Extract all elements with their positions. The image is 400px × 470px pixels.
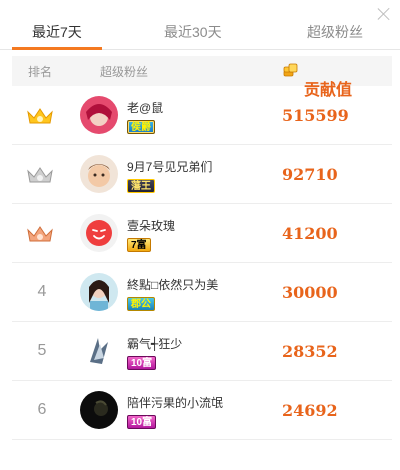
avatar[interactable] [80, 391, 118, 429]
level-badge: 10富 [127, 415, 157, 429]
header-rank: 排名 [28, 65, 53, 79]
gold-crown-icon [27, 108, 53, 124]
table-row[interactable]: 老@鼠 侯爵 515599 [12, 86, 392, 145]
fan-name[interactable]: 9月7号见兄弟们 [127, 158, 212, 175]
table-row[interactable]: 6 陪伴污果的小流氓 10富 24692 [12, 381, 392, 440]
silver-crown-icon [27, 167, 53, 183]
avatar[interactable] [80, 214, 118, 252]
bronze-crown-icon [27, 226, 53, 242]
header-fan: 超级粉丝 [100, 65, 149, 79]
table-row[interactable]: 壹朵玫瑰 7富 41200 [12, 204, 392, 263]
tab-super-fans[interactable]: 超级粉丝 [307, 22, 363, 42]
tab-bar: 最近7天 最近30天 超级粉丝 [0, 16, 400, 50]
contribution-value: 515599 [282, 106, 349, 125]
contribution-value: 24692 [282, 401, 338, 420]
contribution-value: 92710 [282, 165, 338, 184]
table-row[interactable]: 4 終點□依然只为美 郡公 30000 [12, 263, 392, 322]
level-badge: 藩王 [127, 179, 155, 193]
fan-name[interactable]: 陪伴污果的小流氓 [127, 394, 223, 411]
avatar[interactable] [80, 155, 118, 193]
fan-name[interactable]: 霸气┽狂少 [127, 335, 182, 352]
fan-name[interactable]: 終點□依然只为美 [127, 276, 218, 293]
rank-number: 4 [37, 283, 47, 300]
fan-name[interactable]: 老@鼠 [127, 99, 163, 116]
fan-name[interactable]: 壹朵玫瑰 [127, 217, 175, 234]
fan-ranking-list: 老@鼠 侯爵 515599 9月7号见兄弟们 藩王 92710 壹朵玫瑰 7富 … [12, 86, 392, 440]
rank-number: 6 [37, 401, 47, 418]
contribution-value: 28352 [282, 342, 338, 361]
tab-last-7-days[interactable]: 最近7天 [32, 22, 82, 42]
contribution-value: 30000 [282, 283, 338, 302]
level-badge: 侯爵 [127, 120, 155, 134]
rank-number: 5 [37, 342, 47, 359]
level-badge: 郡公 [127, 297, 155, 311]
table-row[interactable]: 9月7号见兄弟们 藩王 92710 [12, 145, 392, 204]
avatar[interactable] [80, 273, 118, 311]
level-badge: 7富 [127, 238, 151, 252]
tab-last-30-days[interactable]: 最近30天 [164, 22, 222, 42]
avatar[interactable] [80, 332, 118, 370]
active-tab-indicator [12, 47, 102, 50]
table-header: 排名 超级粉丝 贡献值 [12, 56, 392, 99]
contribution-value: 41200 [282, 224, 338, 243]
avatar[interactable] [80, 96, 118, 134]
table-row[interactable]: 5 霸气┽狂少 10富 28352 [12, 322, 392, 381]
level-badge: 10富 [127, 356, 157, 370]
coin-stack-icon [283, 63, 298, 77]
